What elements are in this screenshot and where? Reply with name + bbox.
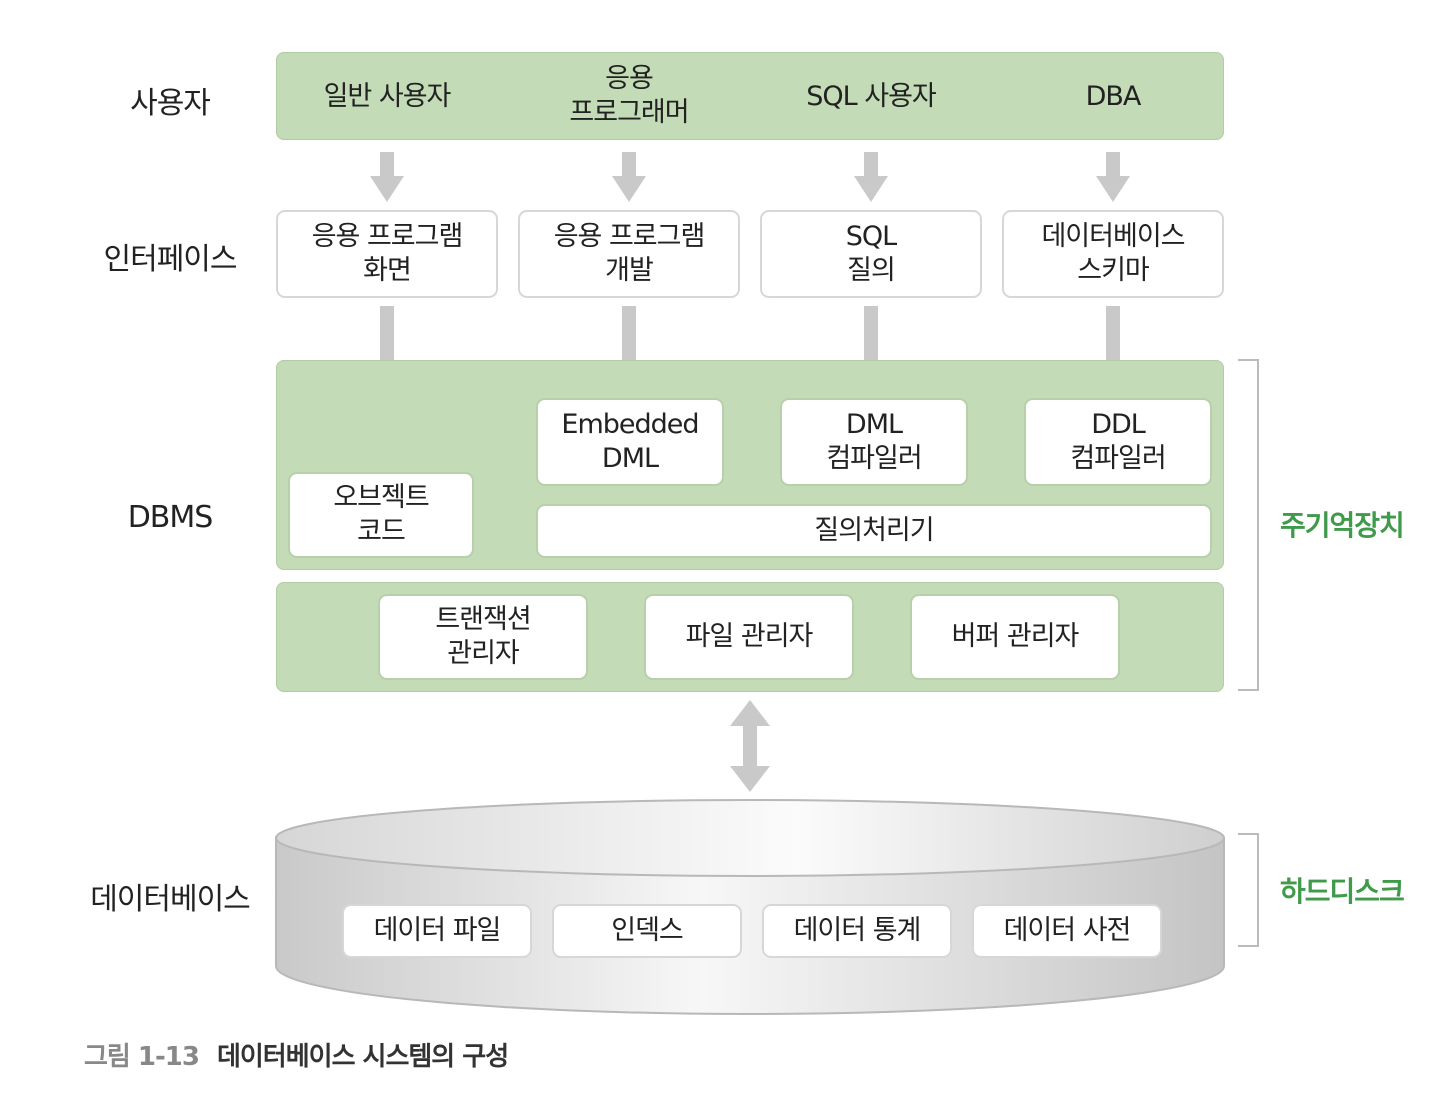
user-app-programmer: 응용 프로그래머: [569, 63, 689, 128]
figure-title: 데이터베이스 시스템의 구성: [216, 1042, 509, 1072]
hard-disk-label: 하드디스크: [1280, 875, 1405, 908]
user-general: 일반 사용자: [323, 81, 452, 112]
interface-sql-query: SQL 질의: [760, 210, 982, 298]
main-memory-label: 주기억장치: [1280, 509, 1405, 542]
arrow-dbms-database: [730, 700, 770, 792]
embedded-dml-box: Embedded DML: [536, 398, 724, 486]
data-file-box: 데이터 파일: [342, 904, 532, 958]
user-sql: SQL 사용자: [806, 81, 937, 112]
row-label-users: 사용자: [130, 86, 211, 121]
row-label-dbms: DBMS: [127, 500, 214, 535]
bracket-main-memory: [1238, 359, 1259, 691]
bracket-hard-disk: [1238, 833, 1259, 947]
row-label-database: 데이터베이스: [90, 882, 251, 917]
transaction-manager-box: 트랜잭션 관리자: [378, 594, 588, 680]
query-processor-box: 질의처리기: [536, 504, 1212, 558]
arrows-users-to-interface: [370, 152, 1130, 202]
figure-number: 그림 1-13: [84, 1042, 200, 1072]
user-dba: DBA: [1085, 81, 1142, 112]
interface-app-dev: 응용 프로그램 개발: [518, 210, 740, 298]
data-dictionary-box: 데이터 사전: [972, 904, 1162, 958]
object-code-box: 오브젝트 코드: [288, 472, 474, 558]
data-statistics-box: 데이터 통계: [762, 904, 952, 958]
buffer-manager-box: 버퍼 관리자: [910, 594, 1120, 680]
figure-caption: 그림 1-13 데이터베이스 시스템의 구성: [84, 1036, 509, 1073]
interface-db-schema: 데이터베이스 스키마: [1002, 210, 1224, 298]
file-manager-box: 파일 관리자: [644, 594, 854, 680]
ddl-compiler-box: DDL 컴파일러: [1024, 398, 1212, 486]
index-box: 인덱스: [552, 904, 742, 958]
interface-app-screen: 응용 프로그램 화면: [276, 210, 498, 298]
row-label-interface: 인터페이스: [103, 242, 238, 277]
dml-compiler-box: DML 컴파일러: [780, 398, 968, 486]
